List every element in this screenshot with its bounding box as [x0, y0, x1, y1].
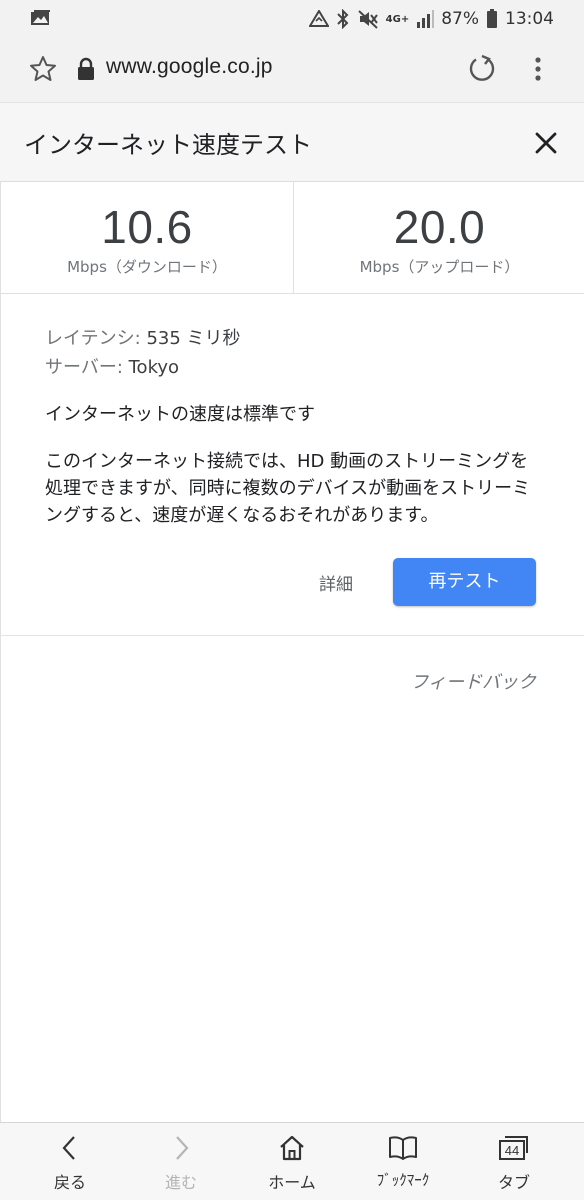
url-bar: www.google.co.jp: [0, 38, 584, 102]
network-type: 4G+: [385, 13, 410, 25]
nav-tabs[interactable]: 44 タブ: [456, 1123, 572, 1200]
upload-result: 20.0 Mbps（アップロード）: [293, 182, 584, 294]
download-label: Mbps（ダウンロード）: [67, 258, 227, 276]
nav-forward[interactable]: 進む: [123, 1123, 239, 1200]
server-value: Tokyo: [128, 357, 180, 378]
speed-description: このインターネット接続では、HD 動画のストリーミングを処理できますが、同時に複…: [45, 451, 531, 526]
clock: 13:04: [505, 9, 554, 29]
back-arrow-icon: [62, 1136, 75, 1160]
nav-back[interactable]: 戻る: [12, 1123, 128, 1200]
latency-value: 535 ミリ秒: [146, 328, 241, 349]
nav-bookmarks[interactable]: ﾌﾞｯｸﾏｰｸ: [345, 1123, 461, 1200]
battery-icon: [487, 9, 497, 28]
upload-value: 20.0: [393, 201, 486, 253]
page-title: インターネット速度テスト: [24, 131, 312, 159]
tab-count: 44: [505, 1143, 519, 1158]
nav-back-label: 戻る: [53, 1173, 86, 1192]
close-icon[interactable]: [530, 127, 562, 159]
bookmark-star-icon[interactable]: [28, 54, 58, 84]
details-link[interactable]: 詳細: [319, 570, 353, 595]
speed-results: 10.6 Mbps（ダウンロード） 20.0 Mbps（アップロード）: [0, 182, 584, 294]
server-label: サーバー:: [45, 357, 123, 378]
nav-tabs-label: タブ: [497, 1173, 530, 1192]
upload-label: Mbps（アップロード）: [359, 258, 520, 276]
url-address[interactable]: www.google.co.jp: [106, 55, 273, 79]
bottom-navigation: 戻る 進む ホーム ﾌﾞｯｸﾏｰｸ 44 タブ: [0, 1122, 584, 1200]
data-saver-icon: [308, 10, 329, 27]
nav-home[interactable]: ホーム: [234, 1123, 350, 1200]
nav-home-label: ホーム: [268, 1173, 316, 1192]
result-details: レイテンシ: 535 ミリ秒 サーバー: Tokyo インターネットの速度は標準…: [0, 294, 584, 636]
page-content-area: [0, 636, 584, 1122]
speed-test-header: インターネット速度テスト: [0, 102, 584, 182]
mute-icon: [357, 10, 378, 29]
server-line: サーバー: Tokyo: [45, 353, 179, 379]
speed-summary: インターネットの速度は標準です: [45, 404, 315, 425]
lock-icon: [78, 57, 94, 80]
download-value: 10.6: [101, 201, 193, 253]
feedback-link[interactable]: フィードバック: [410, 668, 536, 694]
battery-percent: 87%: [441, 9, 479, 29]
forward-arrow-icon: [176, 1136, 189, 1160]
book-icon: [389, 1136, 417, 1160]
latency-line: レイテンシ: 535 ミリ秒: [45, 324, 241, 350]
status-bar: 4G+ 87% 13:04: [0, 0, 584, 38]
download-result: 10.6 Mbps（ダウンロード）: [1, 182, 293, 294]
nav-forward-label: 進む: [164, 1173, 197, 1192]
tabs-icon: 44: [499, 1136, 528, 1160]
retest-button[interactable]: 再テスト: [393, 558, 536, 606]
signal-icon: [417, 10, 435, 28]
latency-label: レイテンシ:: [45, 328, 141, 349]
nav-bookmarks-label: ﾌﾞｯｸﾏｰｸ: [376, 1171, 430, 1189]
gallery-notification-icon: [31, 10, 50, 25]
reload-icon[interactable]: [466, 53, 498, 85]
status-icons: 4G+ 87% 13:04: [308, 6, 554, 32]
bluetooth-icon: [336, 9, 349, 29]
more-menu-icon[interactable]: [528, 54, 548, 84]
home-icon: [280, 1135, 304, 1161]
